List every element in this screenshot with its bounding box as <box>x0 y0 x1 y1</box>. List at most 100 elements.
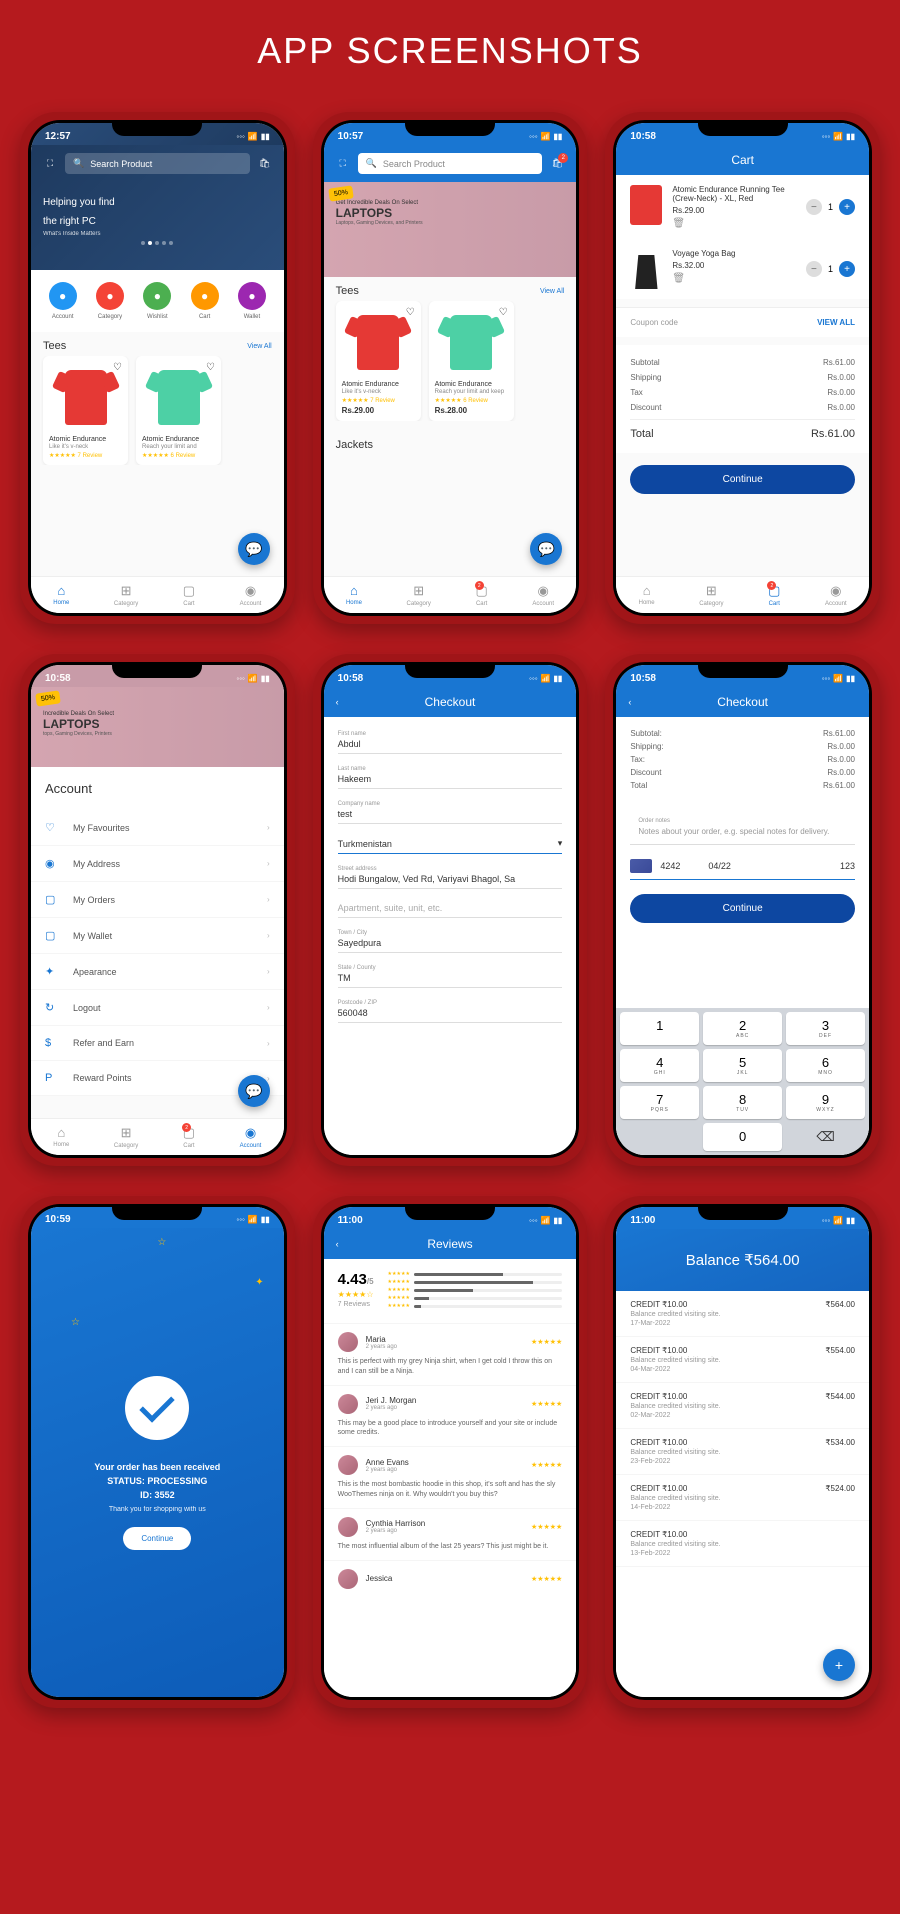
nav-home[interactable]: ⌂Home <box>346 583 362 607</box>
product-card[interactable]: ♡Atomic EnduranceLike it's v-neck★★★★★ 7… <box>336 301 421 421</box>
back-icon[interactable]: ‹ <box>628 697 631 707</box>
bottom-nav: ⌂Home ⊞Category ▢Cart2 ◉Account <box>616 576 869 613</box>
scan-icon[interactable]: ⛶ <box>43 157 57 171</box>
phone-8: 11:00◦◦◦📶▮▮ ‹Reviews 4.43/5★★★★☆7 Review… <box>313 1196 588 1708</box>
product-card[interactable]: ♡Atomic EnduranceLike it's v-neck★★★★★ 7… <box>43 356 128 465</box>
bag-icon[interactable]: 🛍 <box>258 157 272 171</box>
card-input[interactable]: 424204/22123 <box>630 859 855 880</box>
keypad-key[interactable]: 3DEF <box>786 1012 865 1045</box>
nav-cart[interactable]: ▢Cart2 <box>475 583 487 607</box>
back-icon[interactable]: ‹ <box>336 1239 339 1249</box>
keypad-key[interactable]: ⌫ <box>786 1123 865 1151</box>
account-item[interactable]: ▢My Orders› <box>31 882 284 918</box>
keypad-key[interactable]: 5JKL <box>703 1049 782 1082</box>
form-field[interactable]: Postcode / ZIP560048 <box>338 994 563 1023</box>
plus-button[interactable]: + <box>839 199 855 215</box>
heart-icon[interactable]: ♡ <box>113 362 122 373</box>
nav-category[interactable]: ⊞Category <box>699 583 723 607</box>
form-field[interactable]: Street addressHodi Bungalow, Ved Rd, Var… <box>338 860 563 889</box>
keypad-key[interactable]: 1 <box>620 1012 699 1045</box>
account-item[interactable]: ♡My Favourites› <box>31 810 284 846</box>
keypad-key[interactable]: 7PQRS <box>620 1086 699 1119</box>
heart-icon[interactable]: ♡ <box>206 362 215 373</box>
quick-wishlist[interactable]: ●Wishlist <box>143 282 171 320</box>
quick-wallet[interactable]: ●Wallet <box>238 282 266 320</box>
nav-category[interactable]: ⊞Category <box>114 1125 138 1149</box>
bag-icon[interactable]: 🛍2 <box>550 157 564 171</box>
review-item: Jessica★★★★★ <box>324 1560 577 1602</box>
quick-account[interactable]: ●Account <box>49 282 77 320</box>
keypad-key[interactable]: 4GHI <box>620 1049 699 1082</box>
plus-button[interactable]: + <box>839 261 855 277</box>
minus-button[interactable]: − <box>806 199 822 215</box>
quick-cart[interactable]: ●Cart <box>191 282 219 320</box>
trash-icon[interactable]: 🗑 <box>672 273 796 284</box>
wallet-entry: CREDIT ₹10.00Balance credited visiting s… <box>616 1291 869 1337</box>
success-screen: ☆ ✦ ☆ Your order has been received STATU… <box>31 1228 284 1697</box>
laptop-banner[interactable]: 50% Incredible Deals On Select LAPTOPS t… <box>31 687 284 767</box>
keypad-key[interactable]: 8TUV <box>703 1086 782 1119</box>
form-field[interactable]: First nameAbdul <box>338 725 563 754</box>
heart-icon[interactable]: ♡ <box>499 307 508 318</box>
balance-header: Balance ₹564.00 <box>616 1229 869 1291</box>
nav-category[interactable]: ⊞Category <box>114 583 138 607</box>
coupon-row[interactable]: Coupon codeVIEW ALL <box>616 307 869 337</box>
product-card[interactable]: ♡Atomic EnduranceReach your limit and ke… <box>429 301 514 421</box>
account-item[interactable]: ✦Apearance› <box>31 954 284 990</box>
back-icon[interactable]: ‹ <box>336 697 339 707</box>
screenshots-grid: 12:57◦◦◦📶▮▮ ⛶ 🔍Search Product 🛍 Helping … <box>20 112 880 1708</box>
form-field[interactable]: Company nametest <box>338 795 563 824</box>
trash-icon[interactable]: 🗑 <box>672 218 796 229</box>
keypad-key[interactable]: 2ABC <box>703 1012 782 1045</box>
nav-account[interactable]: ◉Account <box>240 1125 262 1149</box>
continue-button[interactable]: Continue <box>630 465 855 494</box>
nav-account[interactable]: ◉Account <box>240 583 262 607</box>
keypad-key[interactable]: 6MNO <box>786 1049 865 1082</box>
nav-category[interactable]: ⊞Category <box>407 583 431 607</box>
keypad: 12ABC3DEF 4GHI5JKL6MNO 7PQRS8TUV9WXYZ0⌫ <box>616 1008 869 1155</box>
nav-account[interactable]: ◉Account <box>532 583 554 607</box>
nav-account[interactable]: ◉Account <box>825 583 847 607</box>
continue-button[interactable]: Continue <box>630 894 855 923</box>
nav-cart[interactable]: ▢Cart2 <box>183 1125 195 1149</box>
bottom-nav: ⌂Home ⊞Category ▢Cart ◉Account <box>31 576 284 613</box>
nav-home[interactable]: ⌂Home <box>53 1125 69 1149</box>
account-item[interactable]: ▢My Wallet› <box>31 918 284 954</box>
form-field[interactable]: Turkmenistan▾ <box>338 830 563 854</box>
quick-category[interactable]: ●Category <box>96 282 124 320</box>
account-item[interactable]: $Refer and Earn› <box>31 1026 284 1061</box>
heart-icon[interactable]: ♡ <box>406 307 415 318</box>
phone-2: 10:57◦◦◦📶▮▮ ⛶ 🔍Search Product 🛍2 50% Get… <box>313 112 588 624</box>
add-fab[interactable]: + <box>823 1649 855 1681</box>
header: Cart <box>616 145 869 175</box>
chat-fab[interactable]: 💬 <box>238 1075 270 1107</box>
nav-home[interactable]: ⌂Home <box>639 583 655 607</box>
chat-fab[interactable]: 💬 <box>238 533 270 565</box>
nav-cart[interactable]: ▢Cart2 <box>768 583 780 607</box>
laptop-banner[interactable]: 50% Get Incredible Deals On Select LAPTO… <box>324 182 577 277</box>
form-field[interactable]: Apartment, suite, unit, etc. <box>338 895 563 918</box>
totals: SubtotalRs.61.00ShippingRs.0.00TaxRs.0.0… <box>616 345 869 453</box>
nav-cart[interactable]: ▢Cart <box>183 583 195 607</box>
search-input[interactable]: 🔍Search Product <box>65 153 250 174</box>
search-input[interactable]: 🔍Search Product <box>358 153 543 174</box>
product-card[interactable]: ♡Atomic EnduranceReach your limit and★★★… <box>136 356 221 465</box>
phone-6: 10:58◦◦◦📶▮▮ ‹Checkout Subtotal:Rs.61.00S… <box>605 654 880 1166</box>
order-notes[interactable]: Order notesNotes about your order, e.g. … <box>630 810 855 845</box>
continue-button[interactable]: Continue <box>123 1527 191 1550</box>
minus-button[interactable]: − <box>806 261 822 277</box>
section-header: TeesView All <box>31 332 284 356</box>
form-field[interactable]: Last nameHakeem <box>338 760 563 789</box>
account-item[interactable]: ↻Logout› <box>31 990 284 1026</box>
review-item: Cynthia Harrison2 years ago★★★★★The most… <box>324 1508 577 1560</box>
nav-home[interactable]: ⌂Home <box>53 583 69 607</box>
form-field[interactable]: State / CountyTM <box>338 959 563 988</box>
scan-icon[interactable]: ⛶ <box>336 157 350 171</box>
keypad-key[interactable]: 9WXYZ <box>786 1086 865 1119</box>
account-item[interactable]: ◉My Address› <box>31 846 284 882</box>
section-header: TeesView All <box>324 277 577 301</box>
header: ⛶ 🔍Search Product 🛍 <box>31 145 284 182</box>
keypad-key[interactable]: 0 <box>703 1123 782 1151</box>
form-field[interactable]: Town / CitySayedpura <box>338 924 563 953</box>
cart-item: Atomic Endurance Running Tee (Crew-Neck)… <box>616 175 869 239</box>
